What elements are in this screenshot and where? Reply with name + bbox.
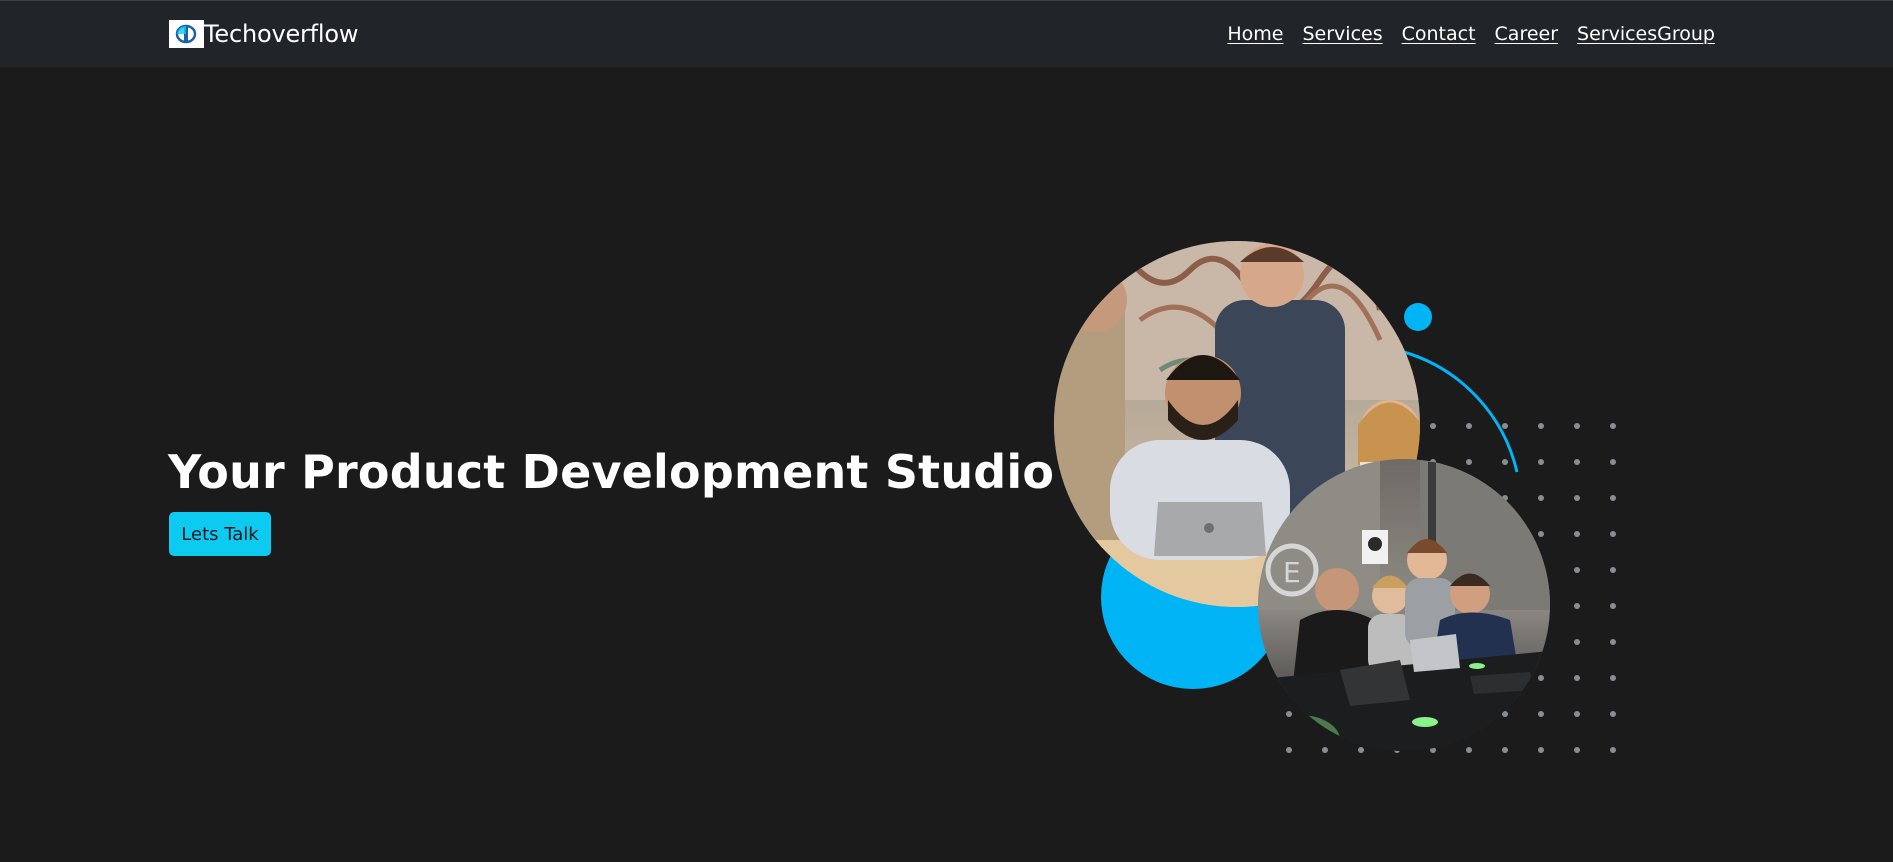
nav-link-home[interactable]: Home	[1227, 23, 1283, 45]
svg-text:E: E	[1283, 556, 1301, 589]
dot-grid-decoration	[1286, 423, 1616, 753]
team-photo-bottom: E	[1258, 459, 1550, 751]
nav-link-services[interactable]: Services	[1302, 23, 1382, 45]
hero-title: Your Product Development Studio	[168, 445, 1055, 499]
hero-illustration: E	[0, 0, 1893, 862]
brand-link[interactable]: Techoverflow	[169, 19, 359, 49]
blue-ring-decoration	[1403, 350, 1519, 473]
lets-talk-button[interactable]: Lets Talk	[169, 512, 271, 556]
techoverflow-logo-icon	[169, 20, 204, 48]
main-nav: Home Services Contact Career ServicesGro…	[1227, 23, 1715, 45]
nav-link-servicesgroup[interactable]: ServicesGroup	[1577, 23, 1715, 45]
nav-link-career[interactable]: Career	[1495, 23, 1559, 45]
team-photo-top	[1054, 241, 1420, 607]
navbar: Techoverflow Home Services Contact Caree…	[0, 0, 1893, 67]
brand-name: Techoverflow	[204, 20, 359, 48]
small-blue-dot-decoration	[1404, 303, 1432, 331]
nav-link-contact[interactable]: Contact	[1402, 23, 1476, 45]
blue-circle-decoration	[1101, 505, 1285, 689]
